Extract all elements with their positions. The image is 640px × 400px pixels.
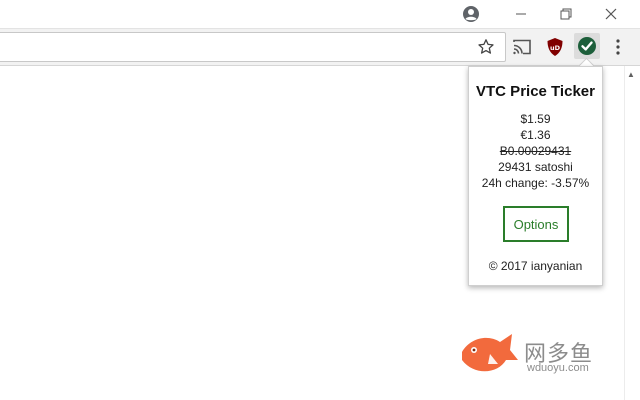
address-bar[interactable]: [0, 32, 506, 62]
page-scrollbar[interactable]: [624, 66, 640, 400]
vtc-checkmark-icon: [578, 37, 596, 55]
price-usd: $1.59: [520, 112, 551, 126]
title-bar: [0, 0, 640, 29]
cast-icon[interactable]: [511, 36, 533, 58]
vtc-price-popup: VTC Price Ticker $1.59 €1.36 B0.00029431…: [468, 66, 603, 286]
vtc-extension-button[interactable]: [574, 33, 600, 59]
menu-icon[interactable]: [607, 36, 629, 58]
browser-toolbar: uD: [0, 29, 640, 66]
ublock-icon[interactable]: uD: [544, 36, 566, 58]
fish-logo-icon: [462, 334, 518, 372]
scroll-up-arrow-icon[interactable]: ▲: [627, 70, 635, 79]
price-eur: €1.36: [520, 128, 551, 142]
popup-title: VTC Price Ticker: [476, 83, 595, 100]
options-button[interactable]: Options: [503, 206, 569, 242]
watermark-url: wduoyu.com: [527, 362, 589, 374]
ublock-label: uD: [550, 44, 561, 52]
account-circle-icon[interactable]: [462, 5, 480, 23]
popup-footer: © 2017 ianyanian: [488, 259, 583, 273]
star-icon[interactable]: [477, 38, 495, 56]
restore-icon[interactable]: [556, 4, 576, 24]
price-btc: B0.00029431: [499, 144, 572, 158]
price-satoshi: 29431 satoshi: [498, 160, 573, 174]
close-icon[interactable]: [601, 4, 621, 24]
minimize-icon[interactable]: [511, 4, 531, 24]
change-24h: 24h change: -3.57%: [481, 176, 590, 190]
